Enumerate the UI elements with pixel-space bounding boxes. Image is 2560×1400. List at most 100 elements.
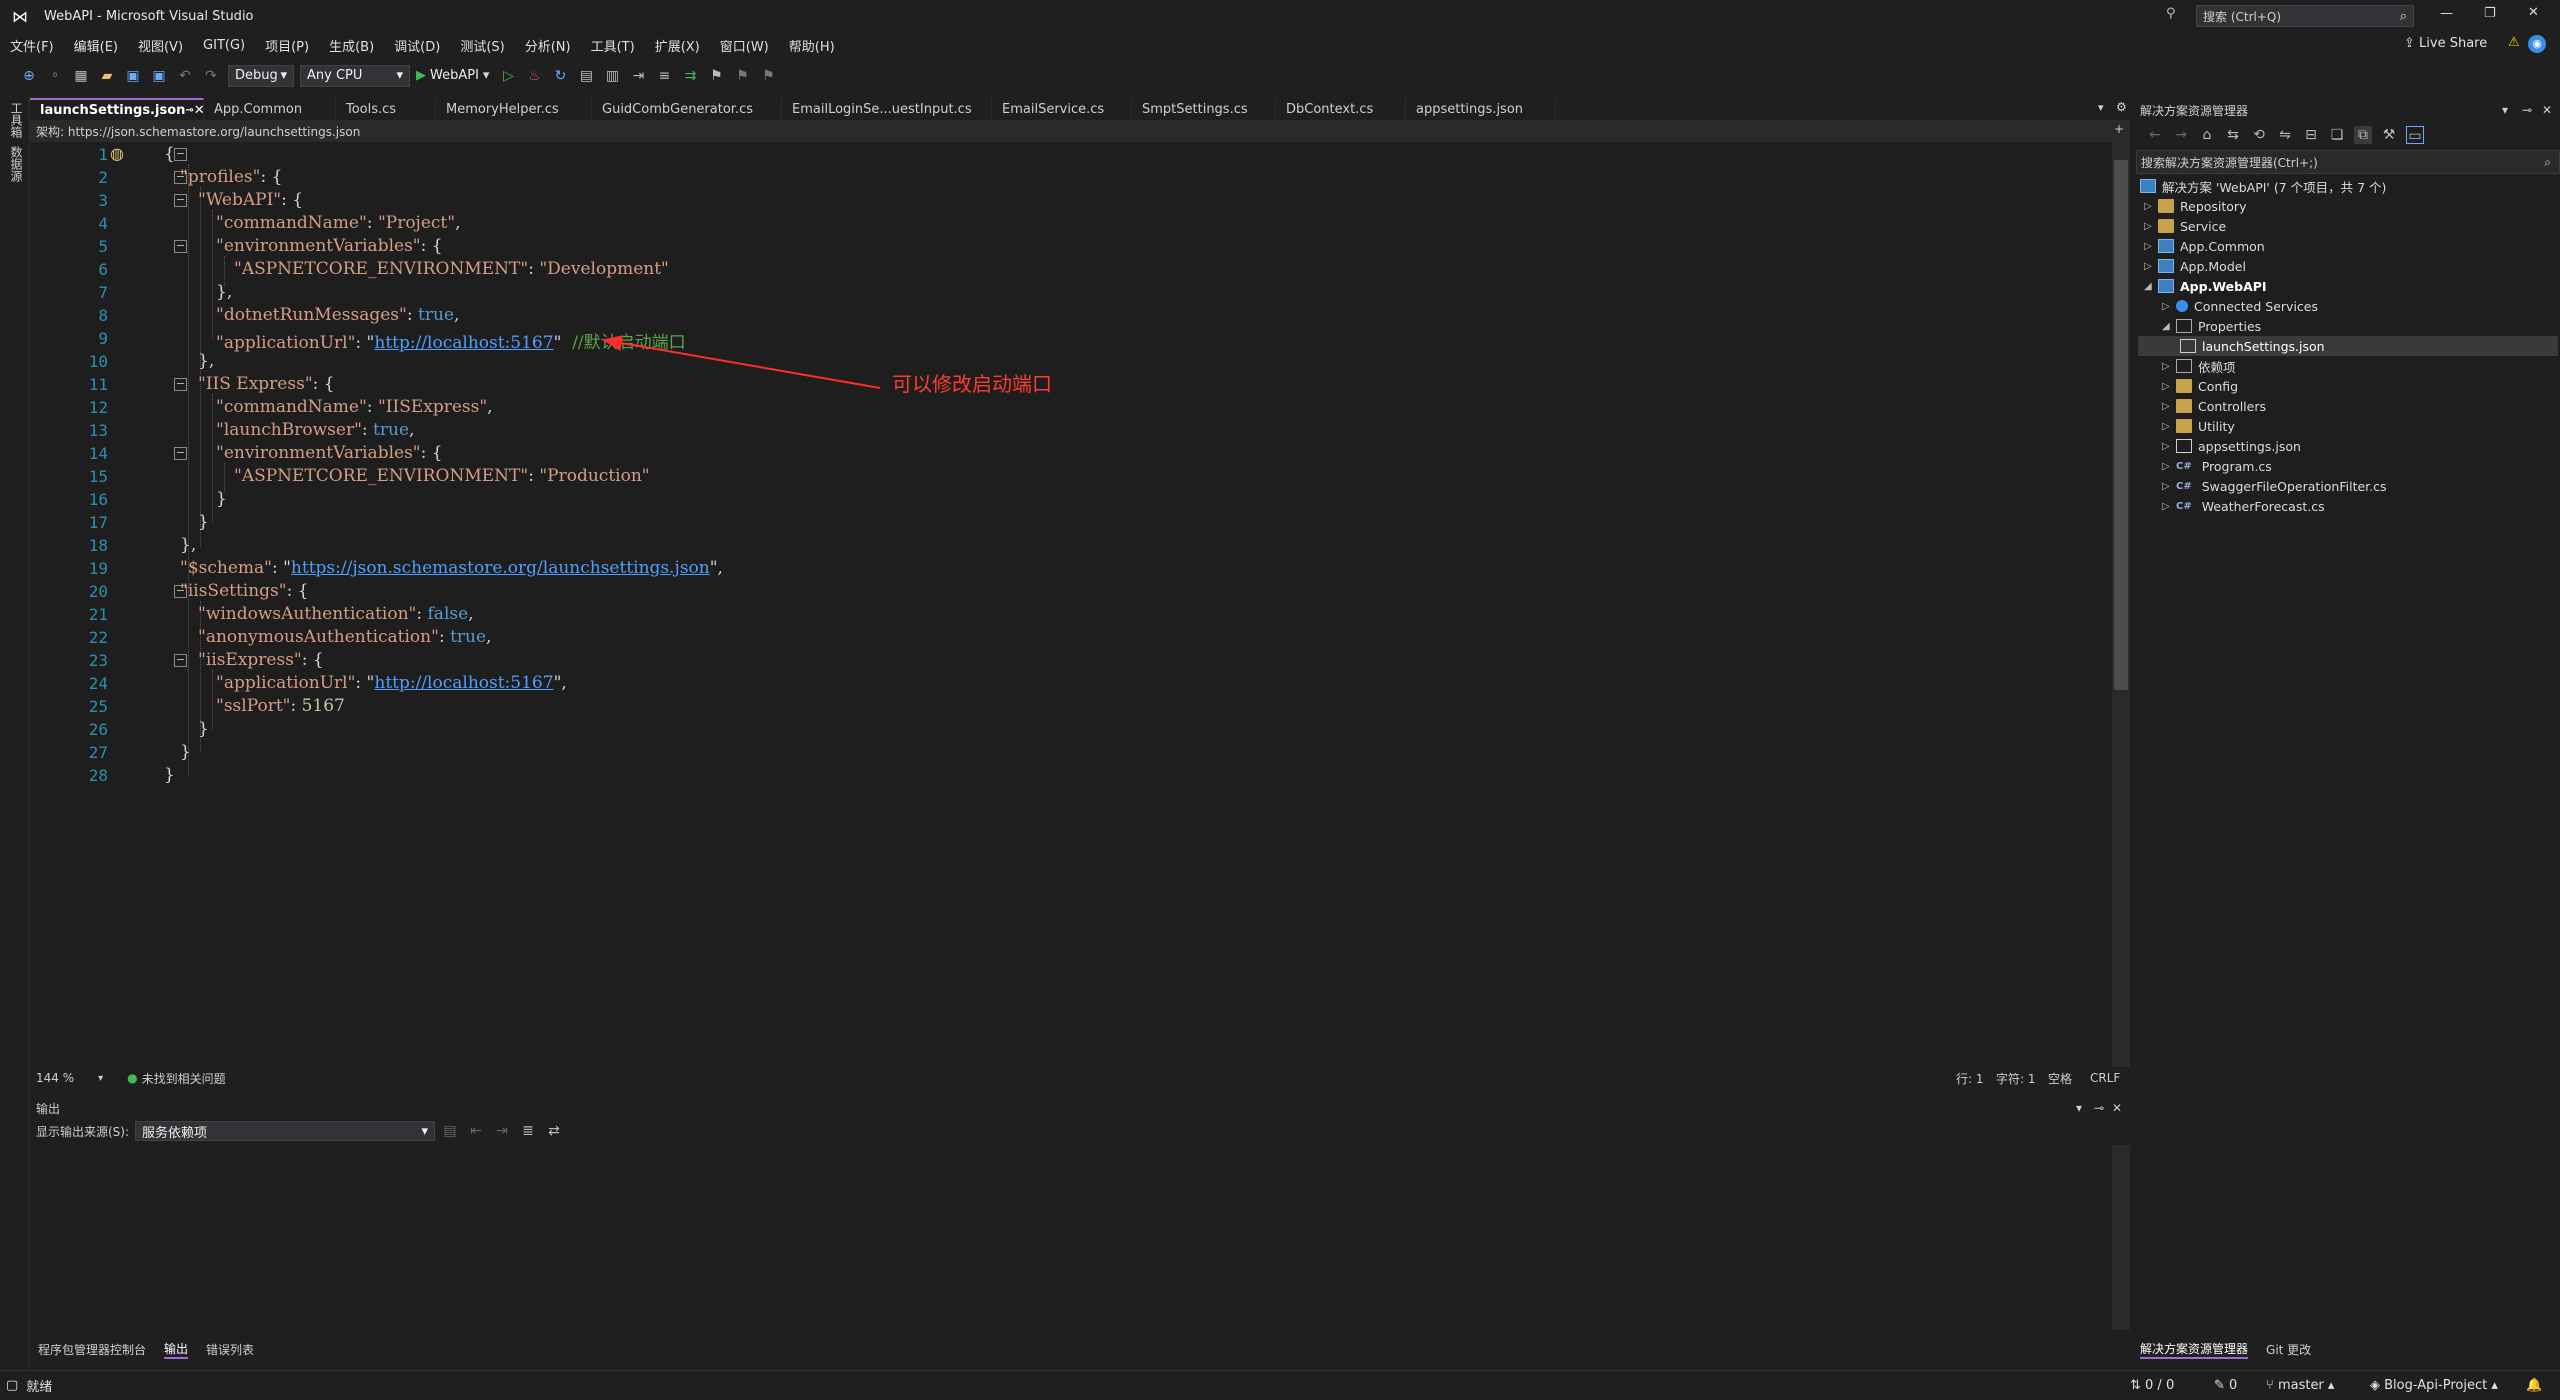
project-icon	[2158, 239, 2174, 253]
tree-item-dependencies[interactable]: ▷ 依赖项	[2162, 356, 2236, 376]
chevron-right-icon[interactable]: ▷	[2162, 421, 2176, 432]
tab-error-list[interactable]: 错误列表	[206, 1341, 254, 1358]
tree-item-utility[interactable]: ▷ Utility	[2162, 416, 2235, 436]
ready-icon: ▢	[6, 1378, 19, 1393]
home-icon[interactable]: ⌂	[2198, 126, 2216, 144]
back-icon[interactable]: ←	[2146, 126, 2164, 144]
chevron-right-icon[interactable]: ▷	[2162, 461, 2176, 472]
prev-icon[interactable]: ⇤	[467, 1122, 485, 1140]
close-icon[interactable]: ✕	[2542, 103, 2552, 117]
collapse-icon[interactable]: ⊟	[2302, 126, 2320, 144]
folder-icon	[2176, 379, 2192, 393]
tree-item-appsettings[interactable]: ▷ appsettings.json	[2162, 436, 2301, 456]
clear-all-icon[interactable]: ≣	[519, 1122, 537, 1140]
history-icon[interactable]: ⟲	[2250, 126, 2268, 144]
chevron-right-icon[interactable]: ▷	[2144, 221, 2158, 232]
solution-explorer-search[interactable]: 搜索解决方案资源管理器(Ctrl+;) ⌕	[2136, 150, 2560, 174]
whitespace-indicator[interactable]: 空格	[2048, 1070, 2072, 1087]
csharp-file-icon: C#	[2176, 500, 2192, 512]
tab-package-manager[interactable]: 程序包管理器控制台	[38, 1341, 146, 1358]
chevron-right-icon[interactable]: ▷	[2162, 301, 2176, 312]
chevron-right-icon[interactable]: ▷	[2162, 401, 2176, 412]
chevron-down-icon[interactable]: ◢	[2144, 281, 2158, 292]
chevron-right-icon[interactable]: ▷	[2162, 481, 2176, 492]
connected-services-icon	[2176, 300, 2188, 312]
pin-icon[interactable]: ⊸	[2094, 1101, 2104, 1115]
chevron-right-icon[interactable]: ▷	[2144, 261, 2158, 272]
chevron-right-icon[interactable]: ▷	[2162, 381, 2176, 392]
output-text-area[interactable]	[30, 1145, 2112, 1330]
chevron-right-icon[interactable]: ▷	[2162, 441, 2176, 452]
status-bar: ▢ 就绪 ⇅ 0 / 0 ✎ 0 ⑂ master ▴ ◈ Blog-Api-P…	[0, 1370, 2560, 1400]
csharp-file-icon: C#	[2176, 460, 2192, 472]
chevron-down-icon: ▾	[421, 1123, 429, 1139]
copy-icon[interactable]: ❏	[2328, 126, 2346, 144]
folder-icon	[2158, 199, 2174, 213]
chevron-right-icon[interactable]: ▷	[2144, 201, 2158, 212]
changes-indicator[interactable]: ⇅ 0 / 0	[2130, 1378, 2174, 1393]
tree-item-connected-services[interactable]: ▷ Connected Services	[2162, 296, 2318, 316]
folder-icon	[2158, 219, 2174, 233]
tree-item-app-webapi[interactable]: ◢ App.WebAPI	[2144, 276, 2267, 296]
editor-scroll-thumb[interactable]	[2114, 160, 2128, 690]
tree-item-app-common[interactable]: ▷ App.Common	[2144, 236, 2265, 256]
tab-git-changes[interactable]: Git 更改	[2266, 1341, 2311, 1358]
tree-item-controllers[interactable]: ▷ Controllers	[2162, 396, 2266, 416]
show-all-icon[interactable]: ⧉	[2354, 126, 2372, 144]
dependencies-icon	[2176, 359, 2192, 373]
sync-icon[interactable]: ⇋	[2276, 126, 2294, 144]
solution-explorer-toolbar: ← → ⌂ ⇆ ⟲ ⇋ ⊟ ❏ ⧉ ⚒ ▭	[2136, 122, 2560, 148]
tab-output[interactable]: 输出	[164, 1340, 189, 1359]
tree-item-config[interactable]: ▷ Config	[2162, 376, 2238, 396]
output-source-select[interactable]: 服务依赖项 ▾	[135, 1121, 436, 1141]
zoom-level[interactable]: 144 %	[36, 1071, 74, 1085]
chevron-down-icon[interactable]: ▾	[98, 1073, 103, 1084]
tree-item-launchsettings[interactable]: launchSettings.json	[2138, 336, 2558, 356]
folder-icon	[2176, 399, 2192, 413]
properties-icon[interactable]: ⚒	[2380, 126, 2398, 144]
find-icon[interactable]: ▤	[441, 1122, 459, 1140]
arrow-to-port	[602, 335, 881, 389]
chevron-right-icon[interactable]: ▷	[2144, 241, 2158, 252]
issues-status[interactable]: 未找到相关问题	[142, 1070, 226, 1087]
chevron-down-icon[interactable]: ◢	[2162, 321, 2176, 332]
chevron-down-icon[interactable]: ▾	[2502, 103, 2508, 117]
branch-indicator[interactable]: ⑂ master ▴	[2266, 1378, 2334, 1393]
tree-item-properties[interactable]: ◢ Properties	[2162, 316, 2261, 336]
solution-icon	[2140, 179, 2156, 193]
edits-indicator[interactable]: ✎ 0	[2214, 1378, 2237, 1393]
chevron-down-icon[interactable]: ▾	[2076, 1101, 2082, 1115]
project-icon	[2158, 259, 2174, 273]
eol-indicator[interactable]: CRLF	[2090, 1071, 2120, 1085]
json-file-icon	[2180, 339, 2196, 353]
tab-solution-explorer[interactable]: 解决方案资源管理器	[2140, 1340, 2249, 1359]
tree-item-service[interactable]: ▷ Service	[2144, 216, 2226, 236]
tree-item-swaggerfilter[interactable]: ▷ C# SwaggerFileOperationFilter.cs	[2162, 476, 2387, 496]
check-circle-icon: ●	[127, 1071, 138, 1085]
forward-icon[interactable]: →	[2172, 126, 2190, 144]
close-icon[interactable]: ✕	[2112, 1101, 2122, 1115]
tree-item-repository[interactable]: ▷ Repository	[2144, 196, 2246, 216]
chevron-right-icon[interactable]: ▷	[2162, 501, 2176, 512]
switch-view-icon[interactable]: ⇆	[2224, 126, 2242, 144]
word-wrap-icon[interactable]: ⇄	[545, 1122, 563, 1140]
line-indicator[interactable]: 行: 1	[1956, 1070, 1984, 1087]
repo-indicator[interactable]: ◈ Blog-Api-Project ▴	[2370, 1378, 2498, 1393]
tree-item-app-model[interactable]: ▷ App.Model	[2144, 256, 2246, 276]
pin-icon[interactable]: ⊸	[2522, 103, 2532, 117]
tree-solution[interactable]: 解决方案 'WebAPI' (7 个项目，共 7 个)	[2140, 176, 2386, 196]
solution-explorer-title: 解决方案资源管理器 ▾ ⊸ ✕	[2140, 103, 2553, 118]
tree-item-program[interactable]: ▷ C# Program.cs	[2162, 456, 2272, 476]
chevron-right-icon[interactable]: ▷	[2162, 361, 2176, 372]
tree-item-weatherforecast[interactable]: ▷ C# WeatherForecast.cs	[2162, 496, 2325, 516]
output-panel-title: 输出 ▾ ⊸ ✕	[30, 1097, 2130, 1119]
col-indicator[interactable]: 字符: 1	[1996, 1070, 2036, 1087]
properties-icon	[2176, 319, 2192, 333]
preview-icon[interactable]: ▭	[2406, 126, 2424, 144]
solution-explorer-bottom-tabs: 解决方案资源管理器 Git 更改	[2136, 1338, 2560, 1360]
status-ready: 就绪	[26, 1380, 53, 1395]
output-scrollbar[interactable]	[2112, 1145, 2130, 1330]
folder-icon	[2176, 419, 2192, 433]
next-icon[interactable]: ⇥	[493, 1122, 511, 1140]
notification-icon[interactable]: 🔔	[2526, 1378, 2542, 1393]
